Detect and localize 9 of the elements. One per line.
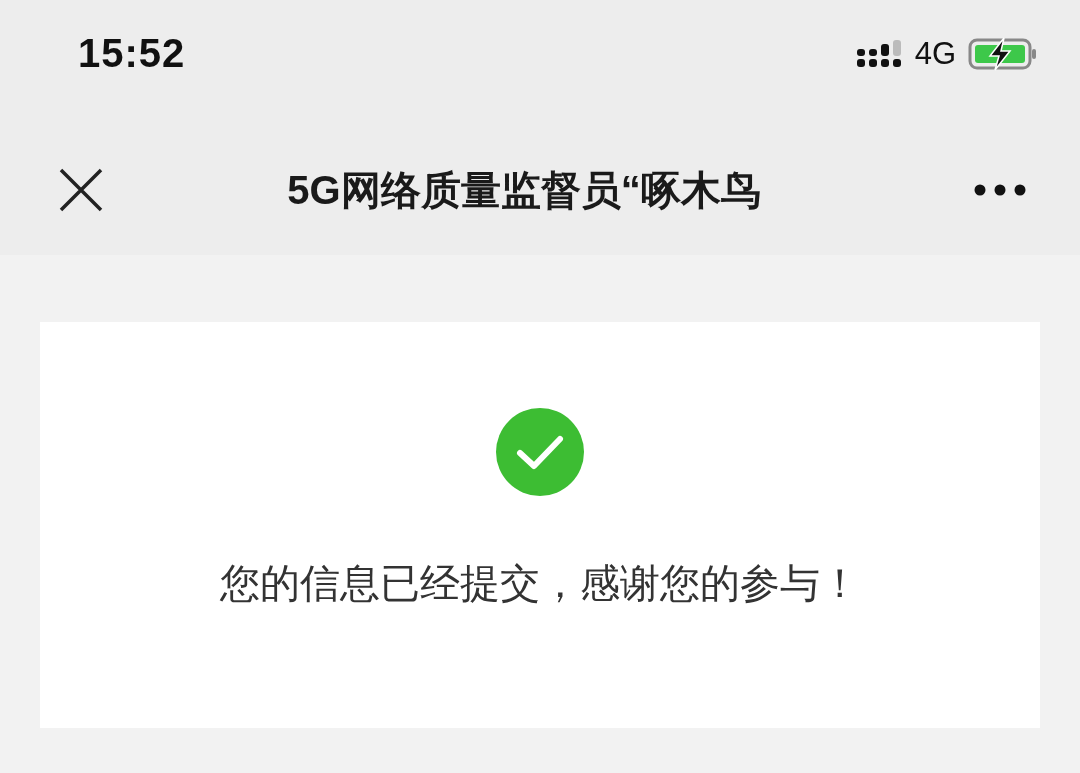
network-type: 4G: [914, 35, 956, 72]
close-button[interactable]: [58, 167, 104, 213]
battery-charging-icon: [968, 36, 1038, 71]
page-title: 5G网络质量监督员“啄木鸟: [286, 166, 762, 214]
clock-time: 15:52: [78, 31, 186, 77]
success-check-icon: [496, 408, 584, 496]
more-button[interactable]: [974, 184, 1026, 196]
signal-icon: [856, 39, 903, 68]
success-message: 您的信息已经提交，感谢您的参与！: [220, 560, 860, 607]
